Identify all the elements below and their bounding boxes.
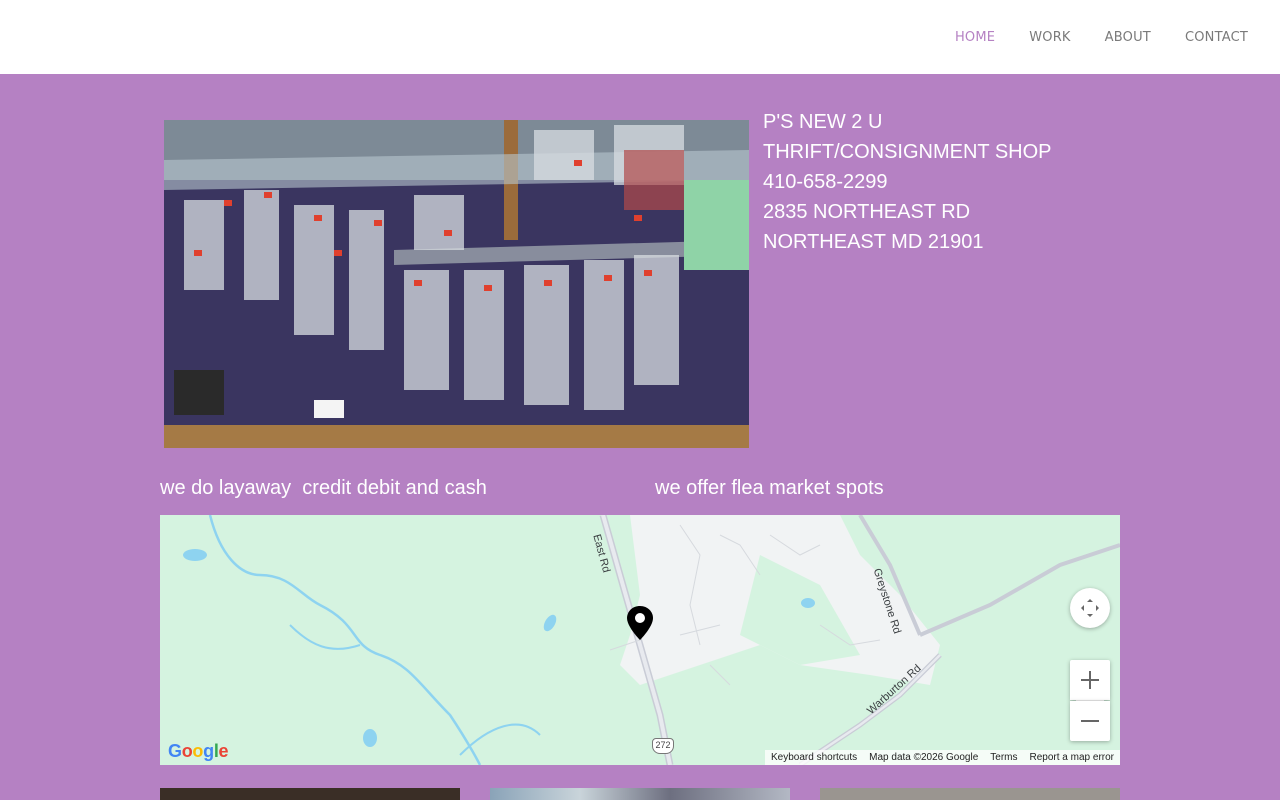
google-map[interactable]: East Rd Greystone Rd Warburton Rd 272 Go…	[160, 515, 1120, 765]
main-nav: HOME WORK ABOUT CONTACT	[921, 0, 1248, 74]
logo-letter: o	[181, 741, 193, 761]
report-error-link[interactable]: Report a map error	[1030, 752, 1114, 763]
route-shield: 272	[652, 738, 674, 754]
jewelry-display-photo	[164, 120, 749, 448]
keyboard-shortcuts-link[interactable]: Keyboard shortcuts	[771, 752, 857, 763]
nav-home[interactable]: HOME	[955, 30, 995, 45]
payment-caption: we do layaway credit debit and cash	[160, 477, 487, 499]
flea-market-caption: we offer flea market spots	[655, 477, 884, 499]
zoom-in-icon	[1081, 671, 1099, 689]
gallery-thumbnail[interactable]	[490, 788, 790, 800]
fullscreen-button[interactable]	[1070, 588, 1110, 628]
zoom-out-button[interactable]	[1070, 701, 1110, 741]
nav-contact[interactable]: CONTACT	[1185, 30, 1248, 45]
shop-phone: 410-658-2299	[763, 171, 888, 193]
nav-work[interactable]: WORK	[1029, 30, 1070, 45]
terms-link[interactable]: Terms	[990, 752, 1017, 763]
logo-letter: G	[168, 741, 182, 761]
zoom-in-button[interactable]	[1070, 660, 1110, 700]
map-data-credit: Map data ©2026 Google	[869, 752, 979, 763]
map-attribution: Keyboard shortcuts Map data ©2026 Google…	[764, 750, 1120, 765]
logo-letter: o	[192, 741, 204, 761]
logo-letter: e	[218, 741, 229, 761]
shop-city: NORTHEAST MD 21901	[763, 231, 984, 253]
shop-type: THRIFT/CONSIGNMENT SHOP	[763, 141, 1052, 163]
logo-letter: g	[203, 741, 214, 761]
gallery-thumbnail[interactable]	[160, 788, 460, 800]
shop-name: P'S NEW 2 U	[763, 111, 883, 133]
top-bar: HOME WORK ABOUT CONTACT	[0, 0, 1280, 74]
nav-about[interactable]: ABOUT	[1105, 30, 1151, 45]
fullscreen-icon	[1081, 599, 1099, 617]
shop-info: P'S NEW 2 U THRIFT/CONSIGNMENT SHOP 410-…	[763, 107, 1052, 257]
shop-street: 2835 NORTHEAST RD	[763, 201, 971, 223]
location-pin-icon[interactable]	[626, 605, 654, 646]
gallery-thumbnail[interactable]	[820, 788, 1120, 800]
zoom-out-icon	[1081, 720, 1099, 722]
google-logo[interactable]: Google	[168, 741, 229, 762]
